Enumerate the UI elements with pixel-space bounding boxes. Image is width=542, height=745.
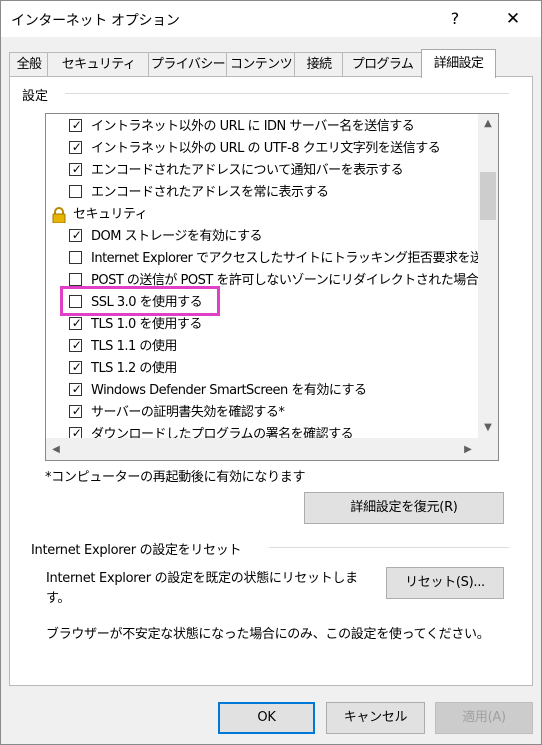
scroll-right-arrow-icon[interactable]: ▶ — [458, 442, 478, 458]
checkbox[interactable]: ✓ — [69, 140, 82, 154]
reset-warning: ブラウザーが不安定な状態になった場合にのみ、この設定を使ってください。 — [46, 627, 490, 642]
checkbox[interactable]: ✓ — [69, 228, 82, 242]
list-item-utf8-query[interactable]: ✓ イントラネット以外の URL の UTF-8 クエリ文字列を送信する — [46, 138, 478, 160]
check-icon: ✓ — [71, 338, 82, 352]
list-item-do-not-track[interactable]: Internet Explorer でアクセスしたサイトにトラッキング拒否要求を… — [46, 248, 478, 270]
tab-content[interactable]: コンテンツ — [226, 52, 296, 77]
reset-group-divider — [269, 547, 509, 548]
checkbox[interactable]: ✓ — [69, 360, 82, 374]
tab-advanced[interactable]: 詳細設定 — [421, 49, 496, 78]
checkbox[interactable]: ✓ — [69, 404, 82, 418]
checkbox[interactable]: ✓ — [69, 426, 82, 438]
check-icon: ✓ — [71, 404, 82, 418]
tab-security[interactable]: セキュリティ — [47, 52, 150, 77]
check-icon: ✓ — [71, 316, 82, 330]
list-item-cert-revocation[interactable]: ✓ サーバーの証明書失効を確認する* — [46, 402, 478, 424]
checkbox[interactable] — [69, 273, 82, 286]
ok-button[interactable]: OK — [218, 702, 315, 734]
item-label: エンコードされたアドレスについて通知バーを表示する — [91, 163, 404, 178]
checkbox[interactable]: ✓ — [69, 338, 82, 352]
item-label: DOM ストレージを有効にする — [91, 229, 262, 244]
item-label: イントラネット以外の URL の UTF-8 クエリ文字列を送信する — [91, 141, 441, 156]
item-label: Windows Defender SmartScreen を有効にする — [91, 383, 367, 398]
item-label: ダウンロードしたプログラムの署名を確認する — [91, 427, 354, 438]
scroll-left-arrow-icon[interactable]: ◀ — [46, 442, 66, 458]
checkbox[interactable] — [69, 251, 82, 264]
category-label: セキュリティ — [73, 207, 148, 222]
list-item-encoded-address-always[interactable]: エンコードされたアドレスを常に表示する — [46, 182, 478, 204]
help-button[interactable]: ? — [437, 5, 473, 33]
close-button[interactable]: ✕ — [493, 5, 533, 33]
item-label: エンコードされたアドレスを常に表示する — [91, 185, 329, 200]
tab-strip: 全般 セキュリティ プライバシー コンテンツ 接続 プログラム 詳細設定 — [9, 49, 539, 78]
list-item-dom-storage[interactable]: ✓ DOM ストレージを有効にする — [46, 226, 478, 248]
checkbox[interactable]: ✓ — [69, 118, 82, 132]
list-item-idn-server-name[interactable]: ✓ イントラネット以外の URL に IDN サーバー名を送信する — [46, 116, 478, 138]
vertical-scrollbar[interactable] — [478, 114, 498, 438]
scroll-up-arrow-icon[interactable]: ▲ — [478, 116, 498, 132]
checkbox[interactable]: ✓ — [69, 382, 82, 396]
internet-options-window: インターネット オプション ? ✕ 全般 セキュリティ プライバシー コンテンツ… — [0, 0, 542, 745]
check-icon: ✓ — [71, 426, 82, 438]
horizontal-scrollbar[interactable] — [46, 438, 478, 460]
restore-advanced-settings-button[interactable]: 詳細設定を復元(R) — [304, 492, 504, 524]
tab-general[interactable]: 全般 — [9, 52, 49, 77]
scrollbar-corner — [478, 438, 498, 460]
list-category-security: セキュリティ — [46, 204, 478, 226]
check-icon: ✓ — [71, 228, 82, 242]
list-item-smartscreen[interactable]: ✓ Windows Defender SmartScreen を有効にする — [46, 380, 478, 402]
checkbox[interactable]: ✓ — [69, 316, 82, 330]
check-icon: ✓ — [71, 360, 82, 374]
list-item-tls11[interactable]: ✓ TLS 1.1 の使用 — [46, 336, 478, 358]
list-item-download-signature[interactable]: ✓ ダウンロードしたプログラムの署名を確認する — [46, 424, 478, 438]
check-icon: ✓ — [71, 162, 82, 176]
list-item-encoded-address-notify[interactable]: ✓ エンコードされたアドレスについて通知バーを表示する — [46, 160, 478, 182]
item-label: TLS 1.0 を使用する — [91, 317, 202, 332]
reset-group-label: Internet Explorer の設定をリセット — [31, 539, 246, 558]
list-item-tls12[interactable]: ✓ TLS 1.2 の使用 — [46, 358, 478, 380]
check-icon: ✓ — [71, 118, 82, 132]
settings-group-label: 設定 — [22, 85, 53, 104]
window-title: インターネット オプション — [11, 13, 180, 29]
tab-programs[interactable]: プログラム — [342, 52, 423, 77]
item-label: TLS 1.2 の使用 — [91, 361, 177, 376]
check-icon: ✓ — [71, 140, 82, 154]
tab-connections[interactable]: 接続 — [294, 52, 344, 77]
ssl3-highlight-box — [60, 286, 220, 316]
lock-icon — [52, 207, 66, 224]
tab-privacy[interactable]: プライバシー — [148, 52, 228, 77]
check-icon: ✓ — [71, 382, 82, 396]
item-label: サーバーの証明書失効を確認する* — [91, 405, 285, 420]
reset-button[interactable]: リセット(S)... — [386, 567, 504, 599]
settings-group-divider — [65, 93, 509, 94]
vertical-scroll-thumb[interactable] — [480, 172, 496, 220]
scroll-down-arrow-icon[interactable]: ▼ — [478, 420, 498, 436]
title-bar[interactable]: インターネット オプション ? ✕ — [1, 1, 541, 37]
reset-description: Internet Explorer の設定を既定の状態にリセットします。 — [46, 571, 358, 606]
list-item-tls10[interactable]: ✓ TLS 1.0 を使用する — [46, 314, 478, 336]
item-label: イントラネット以外の URL に IDN サーバー名を送信する — [91, 119, 415, 134]
cancel-button[interactable]: キャンセル — [326, 702, 425, 734]
apply-button[interactable]: 適用(A) — [435, 702, 533, 734]
checkbox[interactable] — [69, 185, 82, 198]
item-label: TLS 1.1 の使用 — [91, 339, 177, 354]
item-label: Internet Explorer でアクセスしたサイトにトラッキング拒否要求を… — [91, 251, 478, 266]
restart-footnote: *コンピューターの再起動後に有効になります — [45, 470, 306, 485]
checkbox[interactable]: ✓ — [69, 162, 82, 176]
